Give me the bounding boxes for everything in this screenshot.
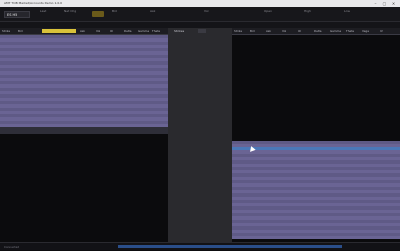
col-header[interactable]: Vega (362, 28, 369, 34)
stat-last: Last (40, 9, 46, 15)
col-header[interactable]: Delta (124, 28, 131, 34)
calls-grid[interactable]: Strike Bid Ask Vol OI Delta Gamma Theta (0, 28, 168, 242)
col-header[interactable]: Gamma (138, 28, 149, 34)
calls-rows (0, 35, 168, 240)
puts-grid-header: Strike Bid Ask Vol OI Delta Gamma Theta … (232, 28, 400, 35)
strikes-selector[interactable] (198, 29, 206, 33)
market-summary-bar: ES H5 Last Net Chg Bid Ask Vol Open High… (0, 7, 400, 22)
col-header[interactable]: Theta (152, 28, 160, 34)
col-header[interactable]: Ask (80, 28, 85, 34)
table-row[interactable] (232, 236, 400, 240)
col-header[interactable]: Strike (234, 28, 242, 34)
minimize-icon[interactable]: – (372, 0, 379, 7)
stat-label: Low (344, 9, 350, 13)
table-row[interactable] (0, 236, 168, 240)
col-header[interactable]: Vol (96, 28, 100, 34)
col-header[interactable]: OI (110, 28, 113, 34)
maximize-icon[interactable]: ▢ (381, 0, 388, 7)
puts-rows (232, 35, 400, 240)
stat-label: Ask (150, 9, 156, 13)
stat-high: High (304, 9, 311, 15)
col-header[interactable]: Gamma (330, 28, 341, 34)
stat-label: High (304, 9, 311, 13)
col-header[interactable]: Ask (266, 28, 271, 34)
stat-label: Open (264, 9, 273, 13)
col-header[interactable]: Delta (314, 28, 321, 34)
strike-divider-panel: Strikes (168, 28, 232, 242)
close-icon[interactable]: ✕ (390, 0, 397, 7)
stat-volume: Vol (204, 9, 209, 15)
header-highlight (42, 29, 76, 33)
strikes-label: Strikes (174, 29, 185, 33)
status-text: Connected (4, 245, 20, 249)
stat-open: Open (264, 9, 272, 15)
col-header[interactable]: IV (380, 28, 383, 34)
stat-label: Vol (204, 9, 209, 13)
stat-label: Bid (112, 9, 117, 13)
col-header[interactable]: OI (298, 28, 301, 34)
progress-bar (118, 245, 342, 248)
calls-grid-header: Strike Bid Ask Vol OI Delta Gamma Theta (0, 28, 168, 35)
stat-net-change: Net Chg (64, 9, 76, 15)
symbol-input[interactable]: ES H5 (4, 11, 30, 18)
col-header[interactable]: Strike (2, 28, 10, 34)
stat-label: Net Chg (64, 9, 77, 13)
stat-label: Last (40, 9, 47, 13)
window-titlebar: AMT TOB Market/Accounts Demo 1.0.0 – ▢ ✕ (0, 0, 400, 7)
highlight-chip (92, 11, 104, 17)
col-header[interactable]: Theta (346, 28, 354, 34)
col-header[interactable]: Bid (250, 28, 254, 34)
stat-ask: Ask (150, 9, 155, 15)
col-header[interactable]: Vol (282, 28, 286, 34)
puts-grid[interactable]: Strike Bid Ask Vol OI Delta Gamma Theta … (232, 28, 400, 242)
col-header[interactable]: Bid (18, 28, 22, 34)
window-title: AMT TOB Market/Accounts Demo 1.0.0 (4, 1, 63, 5)
stat-bid: Bid (112, 9, 117, 15)
stat-low: Low (344, 9, 350, 15)
